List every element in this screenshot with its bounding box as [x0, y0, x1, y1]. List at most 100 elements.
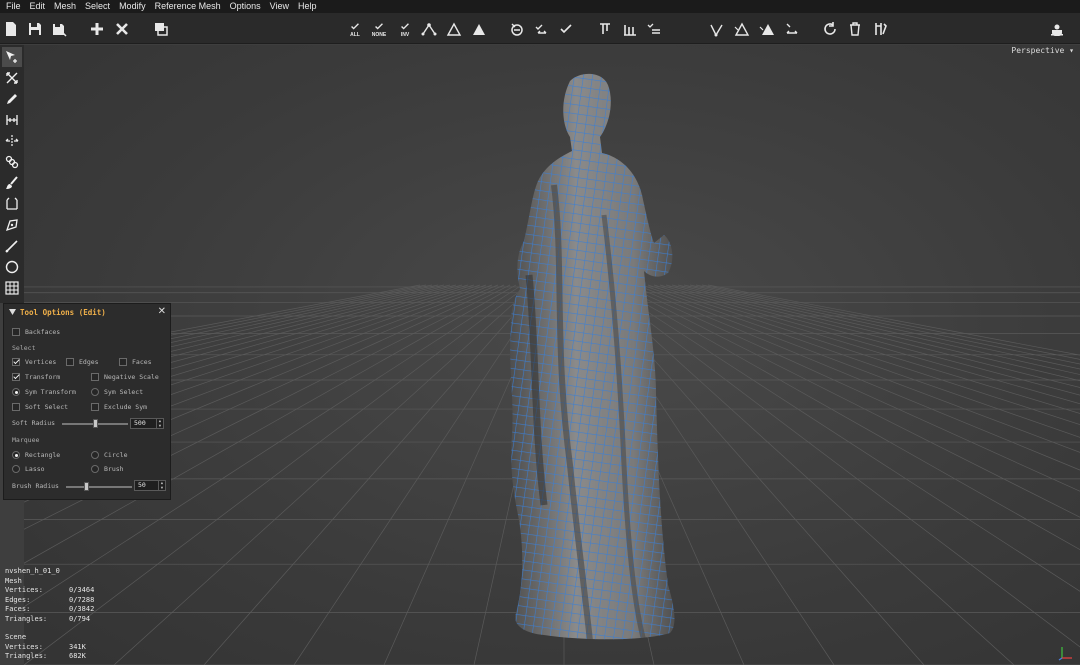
brush-radius-slider-handle[interactable] — [83, 482, 89, 491]
soft-radius-label: Soft Radius — [12, 419, 56, 427]
negative-scale-checkbox[interactable]: Negative Scale — [91, 373, 159, 381]
menu-bar: File Edit Mesh Select Modify Reference M… — [0, 0, 1080, 13]
select-face-mode-button[interactable] — [468, 17, 490, 41]
draw-tool[interactable] — [2, 89, 22, 109]
measure-tool[interactable] — [2, 110, 22, 130]
trash-button[interactable] — [844, 17, 866, 41]
brush-tool[interactable] — [2, 173, 22, 193]
align-rows-button[interactable] — [643, 17, 665, 41]
checkbox-box[interactable] — [12, 373, 20, 381]
tool-options-header[interactable]: Tool Options (Edit) ✕ — [4, 304, 170, 320]
sym-select-radio[interactable]: Sym Select — [91, 388, 143, 396]
collapse-triangle-icon[interactable] — [9, 309, 16, 315]
soft-radius-slider-handle[interactable] — [93, 419, 98, 428]
rectangle-radio[interactable]: Rectangle — [12, 451, 60, 459]
radio-dot[interactable] — [91, 465, 99, 473]
spin-arrows-icon[interactable]: ▲ ▼ — [156, 418, 163, 428]
grow-selection-button[interactable] — [506, 17, 528, 41]
knife-tool[interactable] — [2, 236, 22, 256]
grid-tool[interactable] — [2, 278, 22, 298]
transform-tool[interactable] — [2, 68, 22, 88]
checkbox-box[interactable] — [66, 358, 74, 366]
menu-select[interactable]: Select — [85, 0, 110, 13]
faces-checkbox[interactable]: Faces — [119, 358, 152, 366]
select-vertex-mode-button[interactable] — [418, 17, 440, 41]
circle-radio[interactable]: Circle — [91, 451, 127, 459]
lasso-radio[interactable]: Lasso — [12, 465, 45, 473]
arrow-cursor-icon — [6, 51, 17, 63]
radio-dot[interactable] — [12, 465, 20, 473]
menu-file[interactable]: File — [6, 0, 21, 13]
checkbox-box[interactable] — [119, 358, 127, 366]
new-file-button[interactable] — [0, 17, 22, 41]
app-settings-button[interactable] — [1046, 17, 1068, 41]
edges-checkbox[interactable]: Edges — [66, 358, 99, 366]
save-button[interactable] — [24, 17, 46, 41]
transform-checkbox[interactable]: Transform — [12, 373, 60, 381]
stat-value: 0/7288 — [69, 595, 95, 604]
pencil-icon — [7, 94, 17, 104]
select-tool[interactable] — [2, 47, 22, 67]
select-all-button[interactable]: ALL — [344, 17, 366, 41]
expand-selection-button[interactable] — [531, 17, 553, 41]
circle-tool[interactable] — [2, 257, 22, 277]
soft-radius-input[interactable]: 500 ▲ ▼ — [130, 418, 164, 429]
menu-edit[interactable]: Edit — [30, 0, 46, 13]
select-invert-button[interactable]: INV — [394, 17, 416, 41]
delete-button[interactable] — [111, 17, 133, 41]
statue-mesh[interactable] — [24, 45, 1080, 665]
distribute-icon — [624, 25, 636, 36]
radio-dot[interactable] — [91, 388, 99, 396]
menu-help[interactable]: Help — [298, 0, 317, 13]
loop-tool[interactable] — [2, 152, 22, 172]
vertex-tool-button[interactable] — [706, 17, 728, 41]
exclude-sym-checkbox[interactable]: Exclude Sym — [91, 403, 147, 411]
perspective-dropdown[interactable]: Perspective ▾ — [1011, 46, 1074, 55]
soft-select-checkbox[interactable]: Soft Select — [12, 403, 68, 411]
align-top-button[interactable] — [594, 17, 616, 41]
extrude-tool[interactable] — [2, 194, 22, 214]
select-none-button[interactable]: NONE — [368, 17, 390, 41]
select-loop-button[interactable] — [556, 17, 578, 41]
add-button[interactable] — [86, 17, 108, 41]
radio-dot[interactable] — [12, 388, 20, 396]
3d-viewport[interactable]: Perspective ▾ — [24, 45, 1080, 665]
edge-tool-button[interactable] — [731, 17, 753, 41]
soft-radius-value: 500 — [134, 419, 146, 427]
radio-dot[interactable] — [12, 451, 20, 459]
checkbox-box[interactable] — [12, 328, 20, 336]
circle-icon — [5, 260, 19, 274]
backfaces-checkbox[interactable]: Backfaces — [12, 328, 60, 336]
brush-radius-input[interactable]: 50 ▲ ▼ — [134, 480, 166, 491]
brush-radio[interactable]: Brush — [91, 465, 124, 473]
menu-view[interactable]: View — [270, 0, 289, 13]
move-tool-button[interactable] — [781, 17, 803, 41]
save-as-button[interactable] — [48, 17, 70, 41]
select-edge-mode-button[interactable] — [443, 17, 465, 41]
checkbox-box[interactable] — [91, 373, 99, 381]
menu-mesh[interactable]: Mesh — [54, 0, 76, 13]
tools-button[interactable] — [869, 17, 891, 41]
sym-transform-radio[interactable]: Sym Transform — [12, 388, 76, 396]
spin-arrows-icon[interactable]: ▲ ▼ — [158, 480, 165, 490]
face-tool-icon — [759, 24, 774, 35]
plus-icon — [91, 23, 103, 35]
mirror-tool[interactable] — [2, 131, 22, 151]
tool-palette — [0, 45, 24, 303]
brush-radius-slider[interactable] — [66, 486, 132, 488]
close-icon[interactable]: ✕ — [158, 306, 166, 317]
layers-button[interactable] — [150, 17, 172, 41]
checkbox-box[interactable] — [12, 403, 20, 411]
menu-modify[interactable]: Modify — [119, 0, 146, 13]
pen-tool[interactable] — [2, 215, 22, 235]
menu-reference-mesh[interactable]: Reference Mesh — [155, 0, 221, 13]
face-tool-button[interactable] — [756, 17, 778, 41]
grow-selection-icon — [511, 23, 523, 36]
radio-dot[interactable] — [91, 451, 99, 459]
distribute-button[interactable] — [619, 17, 641, 41]
checkbox-box[interactable] — [91, 403, 99, 411]
vertices-checkbox[interactable]: Vertices — [12, 358, 56, 366]
refresh-button[interactable] — [819, 17, 841, 41]
menu-options[interactable]: Options — [230, 0, 261, 13]
checkbox-box[interactable] — [12, 358, 20, 366]
